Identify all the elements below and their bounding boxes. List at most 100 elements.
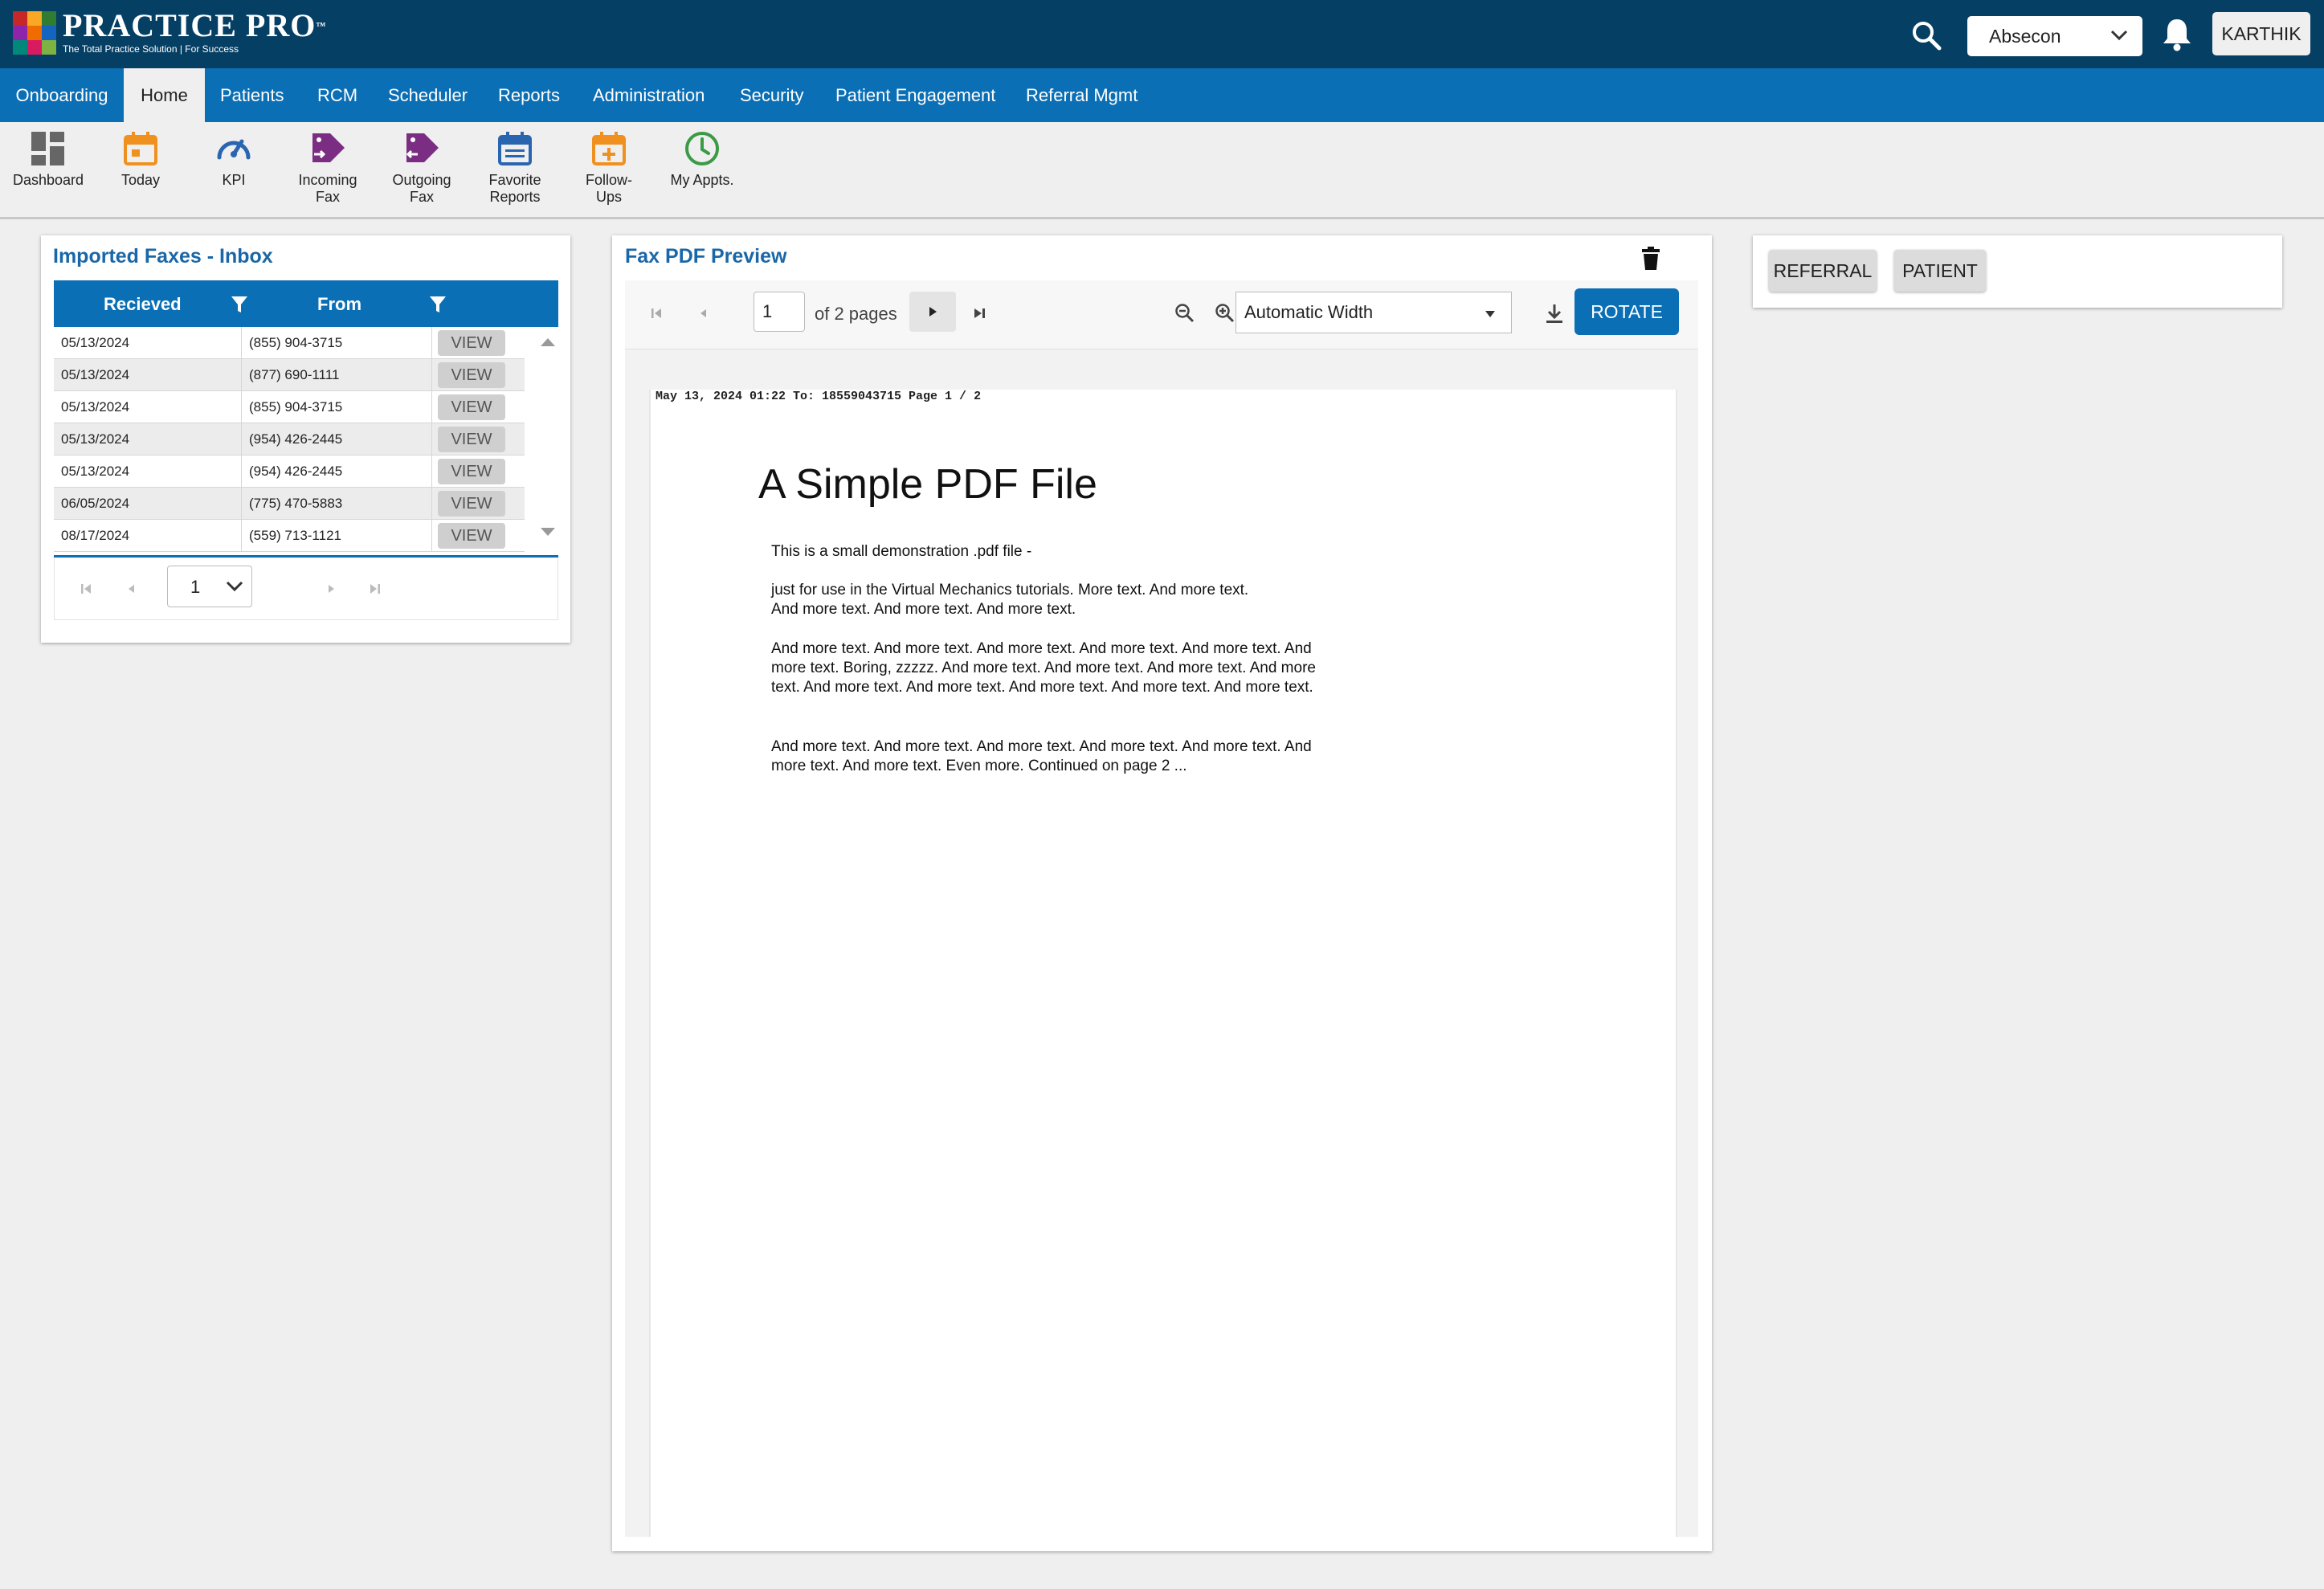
ribbon-favorite-reports[interactable]: Favorite Reports — [468, 130, 562, 206]
column-divider — [241, 488, 242, 520]
last-page-icon[interactable] — [972, 306, 988, 321]
last-page-icon[interactable] — [368, 582, 382, 596]
trash-icon[interactable] — [1641, 247, 1660, 271]
column-divider — [241, 391, 242, 423]
ribbon-follow-ups[interactable]: Follow-Ups — [562, 130, 656, 206]
filter-icon[interactable] — [231, 295, 248, 314]
speedometer-icon — [217, 139, 251, 160]
pdf-paragraph: just for use in the Virtual Mechanics tu… — [771, 582, 1249, 618]
page-number-value: 1 — [190, 577, 201, 597]
ribbon-my-appts[interactable]: My Appts. — [656, 130, 749, 189]
download-icon[interactable] — [1544, 303, 1565, 325]
from-cell: (954) 426-2445 — [249, 431, 343, 447]
nav-onboarding[interactable]: Onboarding — [0, 68, 124, 122]
practice-pro-logo[interactable]: PRACTICE PRO™ The Total Practice Solutio… — [13, 10, 326, 58]
view-button[interactable]: VIEW — [438, 330, 505, 356]
ribbon-incoming-fax[interactable]: Incoming Fax — [281, 130, 374, 206]
column-divider — [241, 423, 242, 455]
nav-administration[interactable]: Administration — [593, 68, 705, 122]
logo-mark-icon — [13, 11, 56, 55]
user-menu-button[interactable]: KARTHIK — [2212, 12, 2310, 55]
table-row[interactable]: 05/13/2024 (855) 904-3715 VIEW — [54, 391, 525, 423]
quick-access-ribbon: Dashboard Today KPI Incoming Fax Outgoin… — [0, 122, 2324, 217]
filter-icon[interactable] — [429, 295, 447, 314]
ribbon-dashboard[interactable]: Dashboard — [2, 130, 95, 189]
table-row[interactable]: 05/13/2024 (877) 690-1111 VIEW — [54, 359, 525, 391]
table-row[interactable]: 05/13/2024 (954) 426-2445 VIEW — [54, 455, 525, 488]
received-cell: 05/13/2024 — [61, 367, 130, 382]
pdf-viewport[interactable]: May 13, 2024 01:22 To: 18559043715 Page … — [625, 349, 1698, 1537]
location-select[interactable]: Absecon — [1967, 16, 2142, 56]
table-row[interactable]: 05/13/2024 (855) 904-3715 VIEW — [54, 327, 525, 359]
nav-patient-engagement[interactable]: Patient Engagement — [835, 68, 995, 122]
nav-scheduler[interactable]: Scheduler — [388, 68, 468, 122]
view-button[interactable]: VIEW — [438, 523, 505, 549]
view-button[interactable]: VIEW — [438, 362, 505, 388]
ribbon-today[interactable]: Today — [94, 130, 187, 189]
view-button[interactable]: VIEW — [438, 459, 505, 484]
next-page-icon[interactable] — [325, 582, 339, 596]
first-page-icon[interactable] — [79, 582, 93, 596]
ribbon-divider — [0, 217, 2324, 219]
from-cell: (559) 713-1121 — [249, 528, 341, 543]
nav-referral-mgmt[interactable]: Referral Mgmt — [1026, 68, 1137, 122]
ribbon-label: My Appts. — [670, 172, 734, 188]
ribbon-label: Favorite Reports — [488, 172, 541, 205]
ribbon-label: Dashboard — [12, 172, 84, 188]
zoom-in-icon[interactable] — [1215, 303, 1236, 324]
pdf-paragraph: This is a small demonstration .pdf file … — [771, 543, 1032, 560]
column-divider — [241, 455, 242, 488]
patient-button[interactable]: PATIENT — [1894, 250, 1986, 292]
fax-preview-title: Fax PDF Preview — [625, 245, 787, 268]
nav-rcm[interactable]: RCM — [317, 68, 357, 122]
previous-page-icon[interactable] — [124, 582, 138, 596]
first-page-icon[interactable] — [649, 306, 664, 321]
view-button[interactable]: VIEW — [438, 394, 505, 420]
ribbon-label: Outgoing Fax — [392, 172, 451, 205]
nav-security[interactable]: Security — [740, 68, 803, 122]
zoom-select[interactable]: Automatic Width — [1236, 292, 1512, 333]
received-cell: 08/17/2024 — [61, 528, 130, 543]
calendar-plus-icon — [592, 132, 626, 165]
from-cell: (877) 690-1111 — [249, 367, 340, 382]
ribbon-kpi[interactable]: KPI — [187, 130, 280, 189]
table-row[interactable]: 08/17/2024 (559) 713-1121 VIEW — [54, 520, 525, 552]
search-icon[interactable] — [1910, 19, 1942, 51]
rotate-button[interactable]: ROTATE — [1575, 288, 1679, 335]
column-divider — [241, 359, 242, 391]
ribbon-label: KPI — [222, 172, 246, 188]
table-row[interactable]: 05/13/2024 (954) 426-2445 VIEW — [54, 423, 525, 455]
column-header-received[interactable]: Recieved — [104, 294, 182, 315]
inbox-grid-body: 05/13/2024 (855) 904-3715 VIEW 05/13/202… — [54, 327, 558, 555]
ribbon-label: Follow-Ups — [585, 172, 632, 205]
previous-page-icon[interactable] — [696, 306, 710, 321]
received-cell: 06/05/2024 — [61, 496, 130, 511]
page-number-input[interactable]: 1 — [754, 292, 805, 332]
bell-icon[interactable] — [2161, 16, 2193, 51]
scroll-down-arrow-icon[interactable] — [539, 526, 557, 537]
view-button[interactable]: VIEW — [438, 491, 505, 517]
nav-patients[interactable]: Patients — [220, 68, 284, 122]
main-nav: Onboarding Home Patients RCM Scheduler R… — [0, 68, 2324, 122]
view-button[interactable]: VIEW — [438, 427, 505, 452]
from-cell: (775) 470-5883 — [249, 496, 343, 511]
nav-reports[interactable]: Reports — [498, 68, 560, 122]
column-divider — [241, 520, 242, 552]
zoom-select-value: Automatic Width — [1244, 302, 1374, 322]
next-page-button[interactable] — [909, 292, 956, 332]
dashboard-icon — [31, 132, 64, 165]
scroll-up-arrow-icon[interactable] — [539, 337, 557, 348]
zoom-out-icon[interactable] — [1174, 303, 1195, 324]
column-header-from[interactable]: From — [317, 294, 361, 315]
page-number-select[interactable]: 1 — [167, 566, 252, 607]
calendar-today-icon — [124, 132, 157, 165]
fax-preview-panel: Fax PDF Preview 1 of 2 pages Automatic W… — [612, 235, 1712, 1551]
table-row[interactable]: 06/05/2024 (775) 470-5883 VIEW — [54, 488, 525, 520]
column-divider — [431, 327, 432, 359]
column-divider — [431, 455, 432, 488]
nav-home[interactable]: Home — [124, 68, 205, 122]
ribbon-outgoing-fax[interactable]: Outgoing Fax — [375, 130, 468, 206]
referral-button[interactable]: REFERRAL — [1769, 250, 1877, 292]
received-cell: 05/13/2024 — [61, 399, 130, 415]
attach-to-panel: REFERRAL PATIENT — [1753, 235, 2282, 308]
